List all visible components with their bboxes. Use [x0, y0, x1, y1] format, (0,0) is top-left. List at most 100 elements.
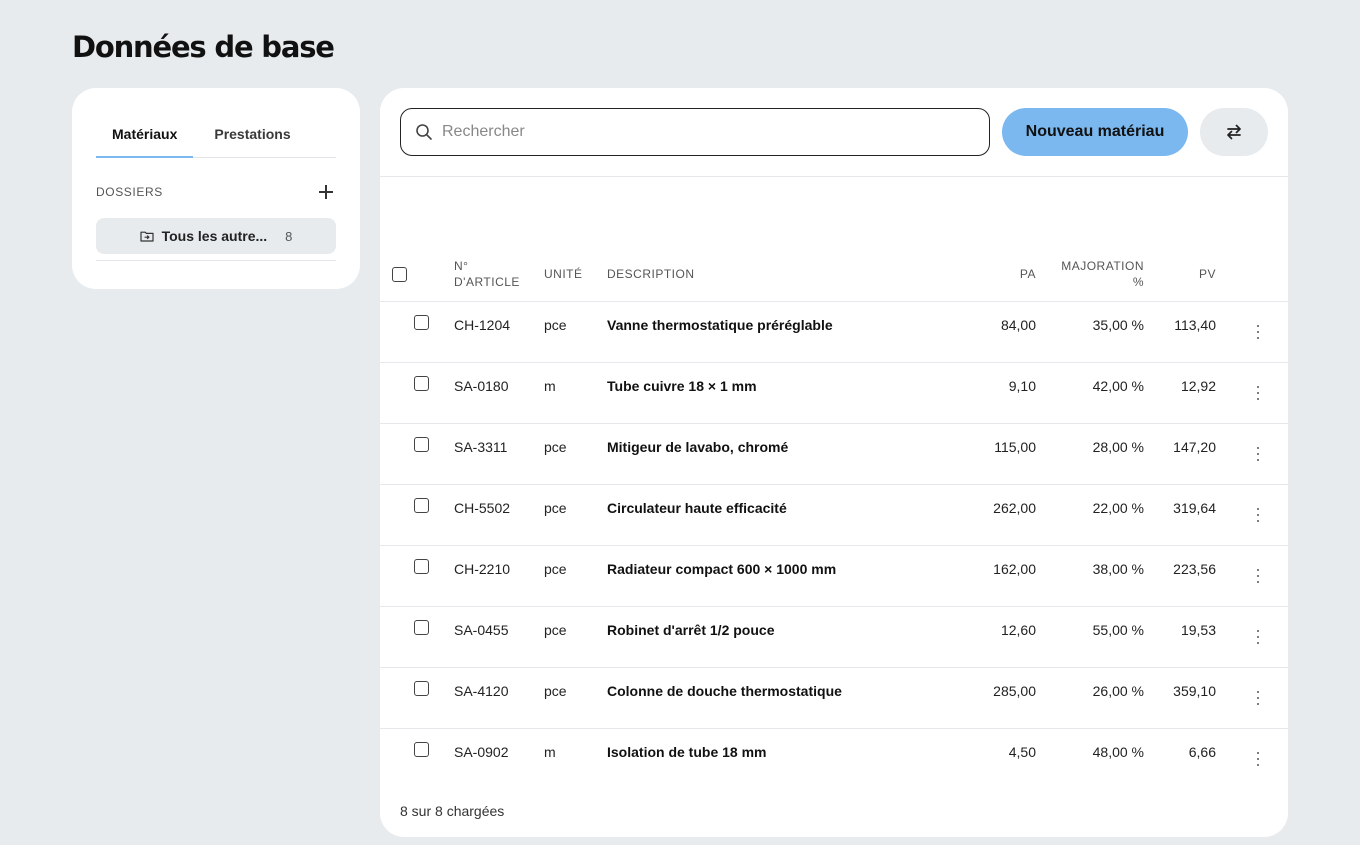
cell-markup: 42,00 % [1092, 378, 1144, 394]
table-header: N° D'ARTICLE UNITÉ DESCRIPTION PA MAJORA… [380, 258, 1288, 302]
row-menu-button[interactable] [1254, 629, 1262, 645]
table-row[interactable]: CH-1204 pce Vanne thermostatique préréglab… [380, 302, 1288, 363]
sidebar-panel: Matériaux Prestations DOSSIERS Tous les … [72, 88, 360, 289]
search-box[interactable] [400, 108, 990, 156]
kebab-dot [1257, 636, 1259, 638]
kebab-dot [1257, 703, 1259, 705]
cell-unit: m [544, 744, 556, 760]
kebab-menu-icon [1257, 386, 1259, 388]
row-menu-button[interactable] [1254, 751, 1262, 767]
tab-materials[interactable]: Matériaux [96, 114, 194, 158]
cell-article: CH-5502 [454, 500, 511, 516]
swap-button[interactable] [1200, 108, 1268, 156]
row-checkbox[interactable] [414, 620, 429, 635]
cell-unit: pce [544, 439, 567, 455]
cell-pv: 223,56 [1173, 561, 1216, 577]
column-unit[interactable]: UNITÉ [544, 266, 583, 282]
table-row[interactable]: SA-0455 pce Robinet d'arrêt 1/2 pouce 12,60… [380, 607, 1288, 668]
table-row[interactable]: SA-3311 pce Mitigeur de lavabo, chromé 115,… [380, 424, 1288, 485]
kebab-menu-icon [1257, 691, 1259, 693]
cell-markup: 55,00 % [1092, 622, 1144, 638]
cell-article: SA-4120 [454, 683, 509, 699]
column-article-line2: D'ARTICLE [454, 275, 520, 289]
cell-article: SA-3311 [454, 439, 508, 455]
column-article[interactable]: N° D'ARTICLE [454, 258, 520, 290]
row-checkbox[interactable] [414, 437, 429, 452]
cell-description: Colonne de douche thermostatique [607, 683, 842, 699]
cell-unit: pce [544, 683, 567, 699]
row-menu-button[interactable] [1254, 446, 1262, 462]
column-markup[interactable]: MAJORATION % [1044, 258, 1144, 290]
row-menu-button[interactable] [1254, 385, 1262, 401]
table-row[interactable]: SA-4120 pce Colonne de douche thermostatiq… [380, 668, 1288, 729]
cell-markup: 38,00 % [1092, 561, 1144, 577]
column-description[interactable]: DESCRIPTION [607, 266, 695, 282]
row-checkbox[interactable] [414, 742, 429, 757]
tab-services[interactable]: Prestations [193, 114, 306, 158]
folder-count: 8 [285, 228, 293, 244]
row-checkbox[interactable] [414, 498, 429, 513]
row-menu-button[interactable] [1254, 568, 1262, 584]
column-pa[interactable]: PA [976, 266, 1036, 282]
row-menu-button[interactable] [1254, 324, 1262, 340]
cell-pv: 113,40 [1174, 317, 1216, 333]
cell-pa: 285,00 [993, 683, 1036, 699]
search-icon [416, 124, 432, 140]
kebab-dot [1257, 459, 1259, 461]
table-row[interactable]: SA-0180 m Tube cuivre 18 × 1 mm 9,10 42,00 %… [380, 363, 1288, 424]
cell-pa: 162,00 [993, 561, 1036, 577]
kebab-menu-icon [1257, 569, 1259, 571]
main-panel: Nouveau matériau N° D'ARTICLE UNITÉ DESC… [380, 88, 1288, 837]
row-checkbox[interactable] [414, 559, 429, 574]
new-material-button[interactable]: Nouveau matériau [1002, 108, 1188, 156]
cell-pv: 359,10 [1173, 683, 1216, 699]
cell-description: Robinet d'arrêt 1/2 pouce [607, 622, 775, 638]
cell-pa: 9,10 [1008, 378, 1036, 394]
table-row[interactable]: CH-2210 pce Radiateur compact 600 × 1000 m… [380, 546, 1288, 607]
kebab-menu-icon [1257, 630, 1259, 632]
kebab-dot [1257, 398, 1259, 400]
row-menu-button[interactable] [1254, 507, 1262, 523]
kebab-menu-icon [1257, 325, 1259, 327]
row-checkbox[interactable] [414, 681, 429, 696]
cell-article: SA-0455 [454, 622, 509, 638]
column-pv[interactable]: PV [1156, 266, 1216, 282]
cell-markup: 28,00 % [1092, 439, 1144, 455]
cell-pa: 4,50 [1008, 744, 1036, 760]
cell-unit: pce [544, 500, 567, 516]
row-menu-button[interactable] [1254, 690, 1262, 706]
cell-article: CH-1204 [454, 317, 511, 333]
cell-markup: 26,00 % [1092, 683, 1144, 699]
cell-article: CH-2210 [454, 561, 511, 577]
folder-name: Tous les autre... [161, 228, 268, 244]
kebab-dot [1257, 392, 1259, 394]
row-checkbox[interactable] [414, 376, 429, 391]
cell-markup: 22,00 % [1092, 500, 1144, 516]
select-all-checkbox[interactable] [392, 267, 407, 282]
cell-description: Tube cuivre 18 × 1 mm [607, 378, 757, 394]
kebab-dot [1257, 581, 1259, 583]
add-folder-button[interactable] [316, 182, 336, 202]
kebab-dot [1257, 453, 1259, 455]
cell-pv: 6,66 [1188, 744, 1216, 760]
table-row[interactable]: CH-5502 pce Circulateur haute efficacité 26… [380, 485, 1288, 546]
cell-description: Circulateur haute efficacité [607, 500, 787, 516]
kebab-menu-icon [1257, 752, 1259, 754]
cell-description: Radiateur compact 600 × 1000 mm [607, 561, 837, 577]
table-row[interactable]: SA-0902 m Isolation de tube 18 mm 4,50 48,00… [380, 729, 1288, 790]
cell-unit: pce [544, 317, 567, 333]
folder-item-all-others[interactable]: Tous les autre... 8 [96, 218, 336, 254]
cell-description: Mitigeur de lavabo, chromé [607, 439, 789, 455]
cell-pa: 262,00 [993, 500, 1036, 516]
cell-unit: pce [544, 622, 567, 638]
page-title: Données de base [72, 30, 335, 64]
load-status: 8 sur 8 chargées [400, 803, 505, 819]
search-input[interactable] [442, 123, 982, 141]
row-checkbox[interactable] [414, 315, 429, 330]
cell-description: Isolation de tube 18 mm [607, 744, 767, 760]
column-markup-line1: MAJORATION [1061, 259, 1144, 273]
sidebar-tabs: Matériaux Prestations [96, 114, 336, 158]
cell-pa: 84,00 [1000, 317, 1036, 333]
kebab-dot [1257, 331, 1259, 333]
cell-description: Vanne thermostatique préréglable [607, 317, 833, 333]
